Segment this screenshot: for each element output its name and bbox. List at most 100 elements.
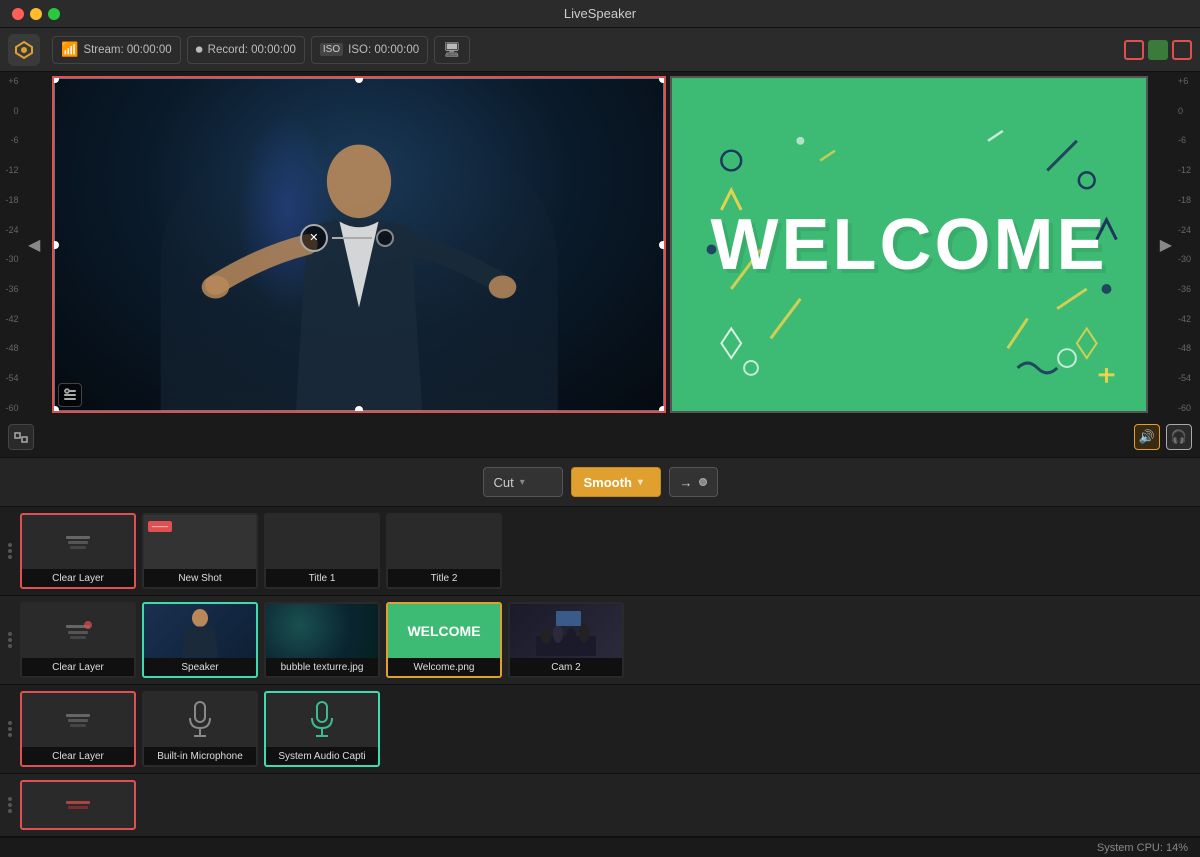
shot-label: Clear Layer (22, 658, 134, 676)
shot-cam2[interactable]: Cam 2 (508, 602, 624, 678)
row-handle-3[interactable] (6, 691, 14, 767)
iso-indicator[interactable]: ISO ISO: 00:00:00 (311, 36, 428, 64)
stream-indicator[interactable]: 📶 Stream: 00:00:00 (52, 36, 181, 64)
shot-welcome-png[interactable]: WELCOME Welcome.png (386, 602, 502, 678)
row-handle-2[interactable] (6, 602, 14, 678)
row-handle-4[interactable] (6, 780, 14, 830)
crop-handle-bc[interactable] (355, 406, 363, 413)
shot-label: Built-in Microphone (144, 747, 256, 765)
layers-icon-3 (66, 714, 90, 727)
wifi-icon: 📶 (61, 41, 78, 58)
shot-title-1[interactable]: Title 1 (264, 513, 380, 589)
crop-handle-tr[interactable] (659, 76, 666, 83)
speaker-thumb (144, 604, 256, 658)
crop-handle-mr[interactable] (659, 241, 666, 249)
thumb-inner (144, 693, 256, 747)
right-arrow[interactable]: ▶ (1160, 235, 1172, 255)
shot-bubble-texture[interactable]: bubble texturre.jpg (264, 602, 380, 678)
go-dot (699, 478, 707, 486)
thumb-inner (22, 693, 134, 747)
crop-handle-br[interactable] (659, 406, 666, 413)
transition-bar: Cut ▾ Smooth ▾ → (0, 457, 1200, 507)
shot-label: Welcome.png (388, 658, 500, 676)
minimize-button[interactable] (30, 8, 42, 20)
cut-label: Cut (494, 475, 514, 490)
app-logo[interactable] (8, 34, 40, 66)
layers-icon-4 (66, 801, 90, 809)
status-bar: System CPU: 14% (0, 837, 1200, 857)
cut-selector[interactable]: Cut ▾ (483, 467, 563, 497)
welcome-title: WELCOME (711, 204, 1108, 286)
shot-clear-layer-4[interactable] (20, 780, 136, 830)
display-icon: 🖥 (443, 41, 461, 58)
maximize-button[interactable] (48, 8, 60, 20)
preview-area: +6 0 -6 -12 -18 -24 -30 -36 -42 -48 -54 … (0, 72, 1200, 417)
crop-dot[interactable] (376, 229, 394, 247)
audio-monitor-button[interactable]: 🔊 (1134, 424, 1160, 450)
mic-container (144, 693, 256, 747)
left-arrow[interactable]: ◀ (28, 235, 40, 255)
title-bar: LiveSpeaker (0, 0, 1200, 28)
shot-label: Clear Layer (22, 569, 134, 587)
settings-icon (63, 388, 77, 402)
iso-icon: ISO (320, 43, 343, 56)
program-preview: ✕ (52, 76, 666, 413)
red-button-2[interactable] (1172, 40, 1192, 60)
shot-label: Speaker (144, 658, 256, 676)
crop-center-control[interactable]: ✕ (300, 224, 394, 252)
green-button[interactable] (1148, 40, 1168, 60)
thumb-inner (22, 515, 134, 569)
bubble-bg (266, 604, 378, 658)
mic-icon-2 (308, 700, 336, 740)
thumb-inner (22, 604, 134, 658)
cpu-status: System CPU: 14% (1097, 842, 1188, 854)
welcome-mini: WELCOME (388, 604, 500, 658)
shot-label: New Shot (144, 569, 256, 587)
vu-meter-left: +6 0 -6 -12 -18 -24 -30 -36 -42 -48 -54 … (0, 72, 24, 417)
crop-x-button[interactable]: ✕ (300, 224, 328, 252)
crop-handle-tl[interactable] (52, 76, 59, 83)
smooth-button[interactable]: Smooth ▾ (571, 467, 661, 497)
crop-overlay: ✕ (54, 78, 664, 411)
close-button[interactable] (12, 8, 24, 20)
shot-clear-layer-1[interactable]: Clear Layer (20, 513, 136, 589)
welcome-preview: WELCOME (670, 76, 1148, 413)
window-controls[interactable] (12, 8, 60, 20)
thumb-inner (22, 782, 134, 828)
shot-label: Clear Layer (22, 747, 134, 765)
bottom-icons-bar: 🔊 🎧 (0, 417, 1200, 457)
thumb-inner (510, 604, 622, 658)
shot-clear-layer-2[interactable]: Clear Layer (20, 602, 136, 678)
go-button[interactable]: → (669, 467, 718, 497)
crop-handle-ml[interactable] (52, 241, 59, 249)
shot-builtin-mic[interactable]: Built-in Microphone (142, 691, 258, 767)
shot-row-2: Clear Layer Speaker bubble texturre.jpg (0, 596, 1200, 685)
shot-title-2[interactable]: Title 2 (386, 513, 502, 589)
shot-speaker[interactable]: Speaker (142, 602, 258, 678)
preview-panels: ✕ (24, 72, 1176, 417)
stream-time: Stream: 00:00:00 (83, 44, 171, 56)
crop-handle-bl[interactable] (52, 406, 59, 413)
shot-system-audio[interactable]: System Audio Capti (264, 691, 380, 767)
shot-label: Cam 2 (510, 658, 622, 676)
red-button-1[interactable] (1124, 40, 1144, 60)
preview-icon-button[interactable] (8, 424, 34, 450)
iso-time: ISO: 00:00:00 (348, 44, 419, 56)
cam2-scene-icon (536, 606, 596, 656)
display-indicator[interactable]: 🖥 (434, 36, 470, 64)
row-handle-1[interactable] (6, 513, 14, 589)
shot-label: Title 1 (266, 569, 378, 587)
shot-clear-layer-3[interactable]: Clear Layer (20, 691, 136, 767)
thumb-inner: WELCOME (388, 604, 500, 658)
cam2-bg (510, 604, 622, 658)
shot-row-1: Clear Layer —— New Shot Title 1 Title 2 (0, 507, 1200, 596)
crop-handle-tc[interactable] (355, 76, 363, 83)
shot-new-shot[interactable]: —— New Shot (142, 513, 258, 589)
shot-row-4 (0, 774, 1200, 837)
record-icon: ⏺ (196, 41, 203, 58)
app-title: LiveSpeaker (564, 6, 636, 21)
preview-settings-button[interactable] (58, 383, 82, 407)
crop-line (332, 237, 372, 239)
headphone-button[interactable]: 🎧 (1166, 424, 1192, 450)
record-indicator[interactable]: ⏺ Record: 00:00:00 (187, 36, 305, 64)
